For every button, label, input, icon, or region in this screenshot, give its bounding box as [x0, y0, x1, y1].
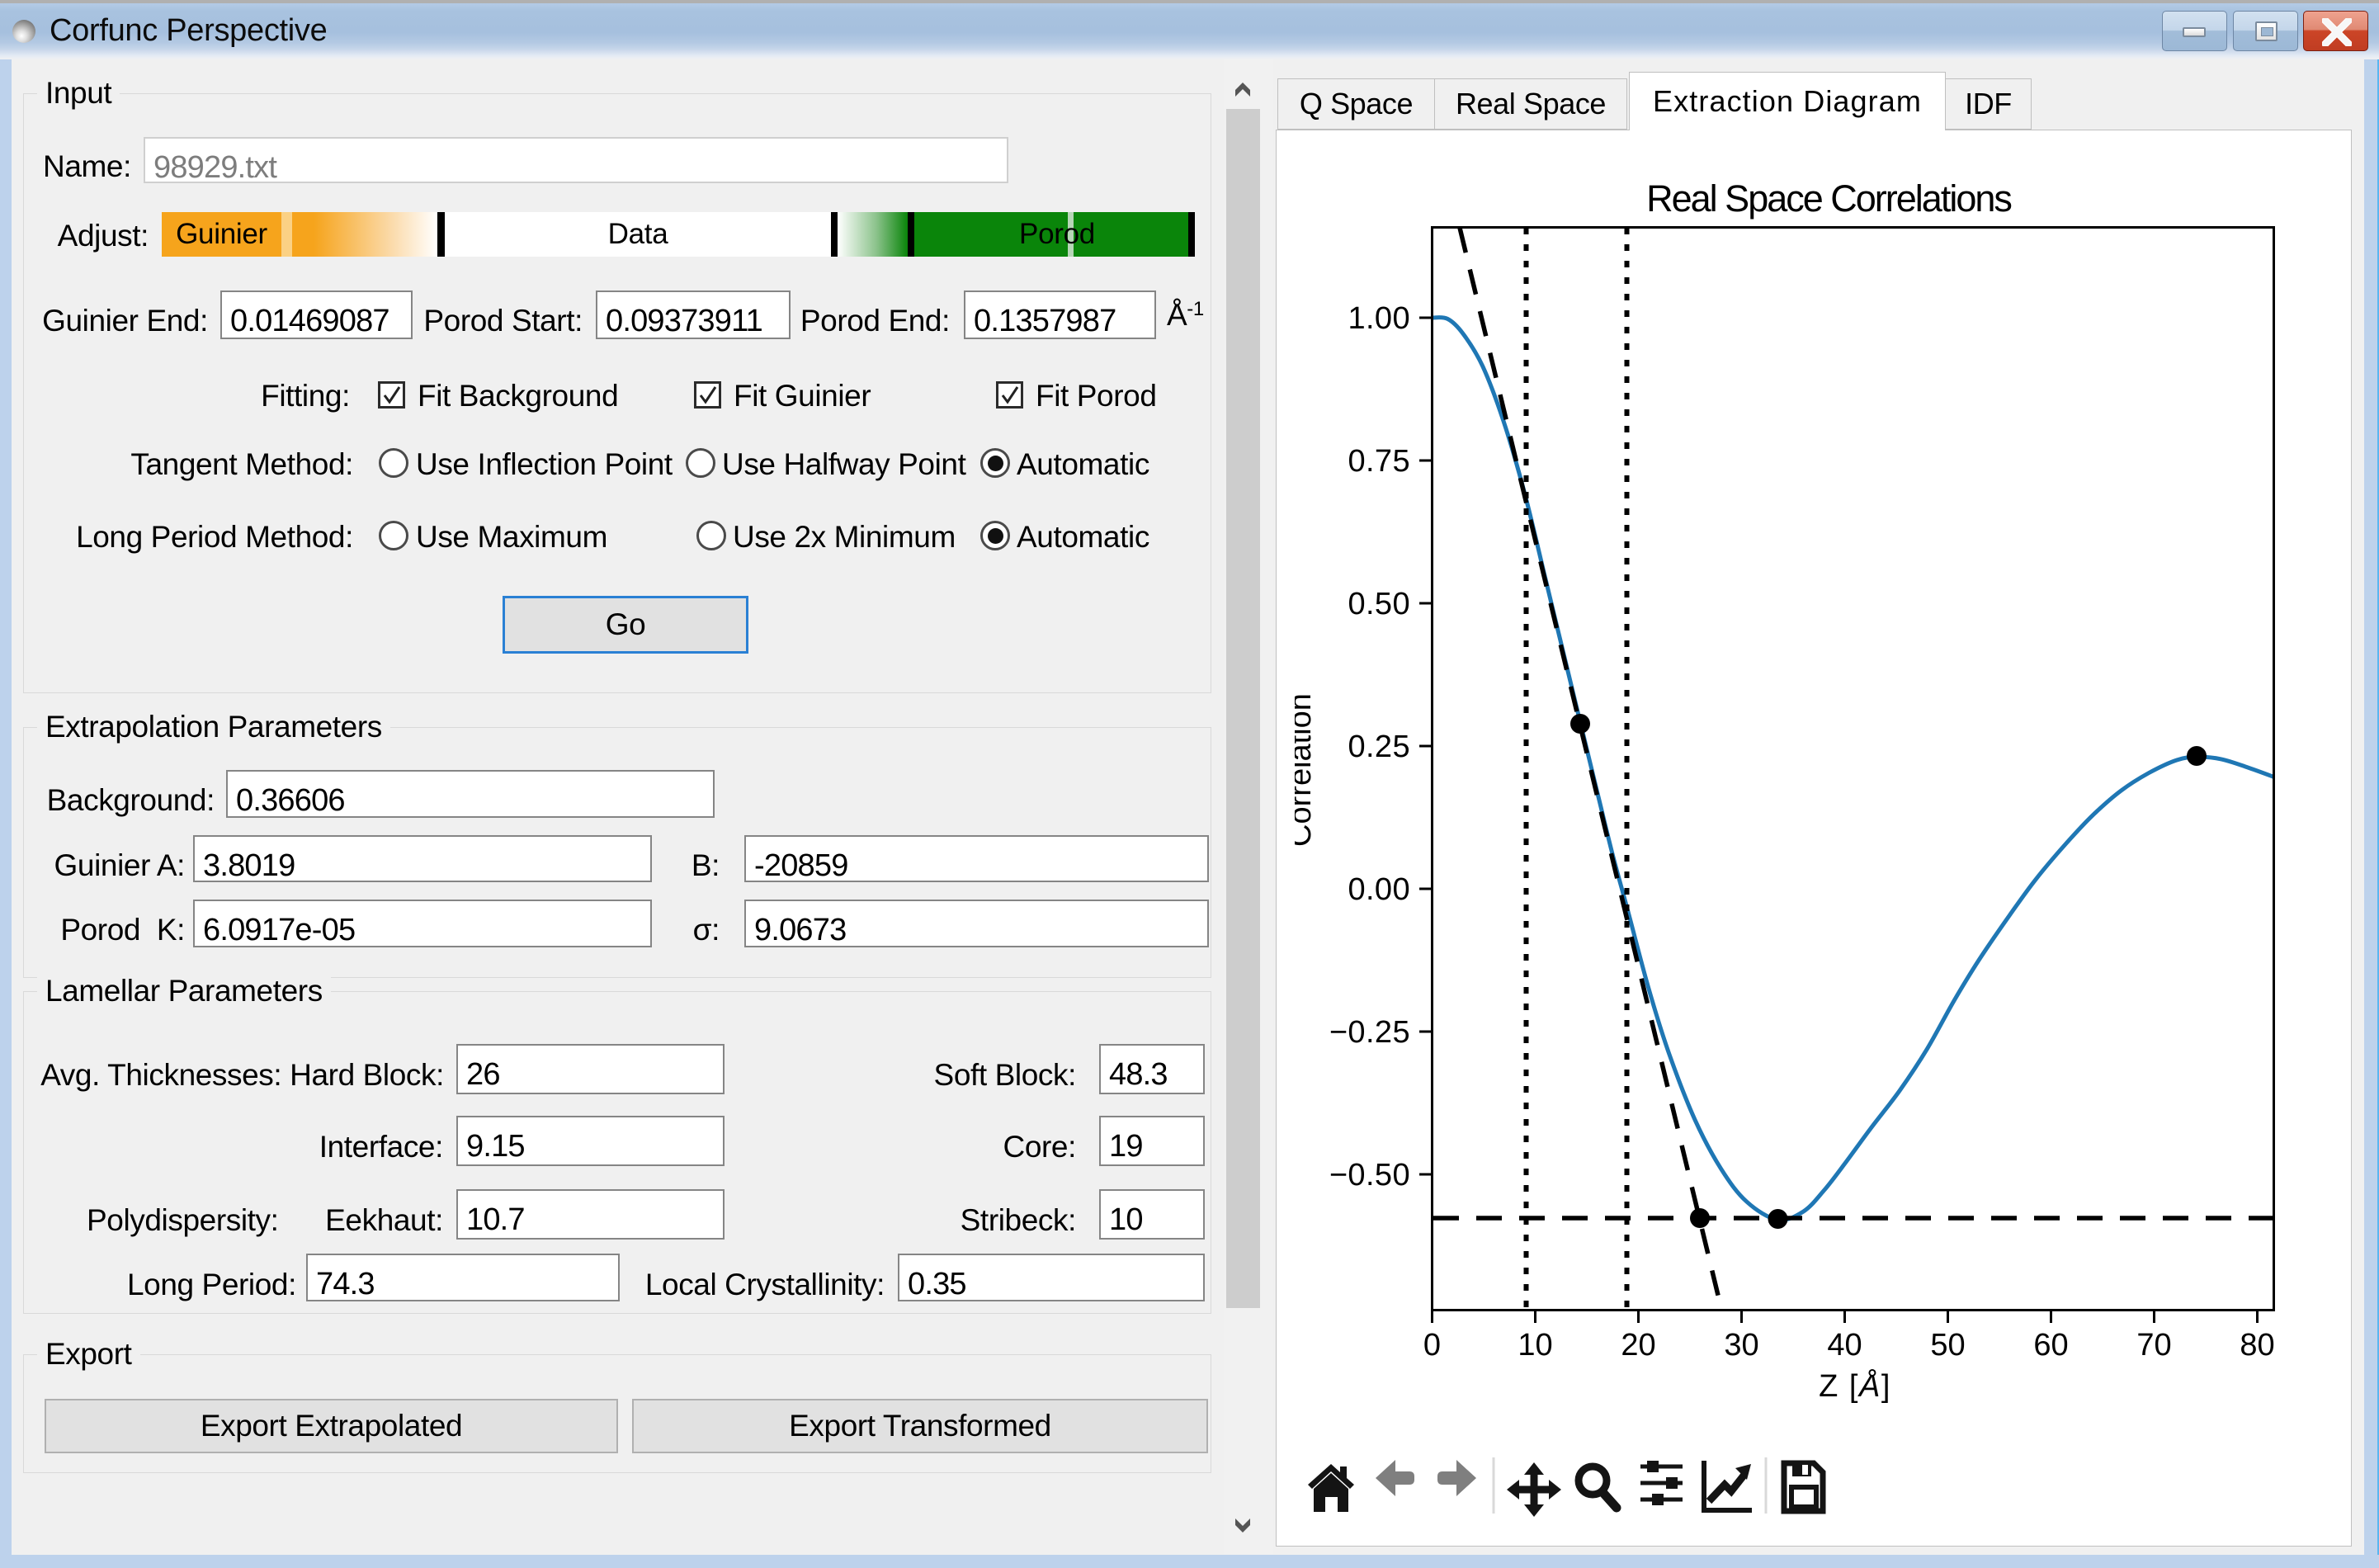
svg-text:0.00: 0.00 [1348, 872, 1410, 907]
svg-text:1.00: 1.00 [1348, 301, 1410, 336]
svg-text:Real Space Correlations: Real Space Correlations [1646, 177, 2011, 220]
svg-text:Z [Å]: Z [Å] [1819, 1367, 1891, 1404]
svg-text:70: 70 [2136, 1328, 2171, 1363]
svg-text:40: 40 [1827, 1328, 1862, 1363]
svg-text:0.75: 0.75 [1348, 444, 1410, 479]
svg-text:60: 60 [2033, 1328, 2068, 1363]
svg-text:0.25: 0.25 [1348, 730, 1410, 764]
svg-text:0.50: 0.50 [1348, 587, 1410, 621]
svg-text:0: 0 [1423, 1328, 1441, 1363]
svg-text:80: 80 [2240, 1328, 2274, 1363]
svg-text:−0.25: −0.25 [1329, 1015, 1410, 1050]
svg-text:50: 50 [1930, 1328, 1965, 1363]
svg-text:10: 10 [1518, 1328, 1552, 1363]
svg-text:30: 30 [1724, 1328, 1758, 1363]
svg-text:−0.50: −0.50 [1329, 1158, 1410, 1193]
svg-text:20: 20 [1621, 1328, 1655, 1363]
